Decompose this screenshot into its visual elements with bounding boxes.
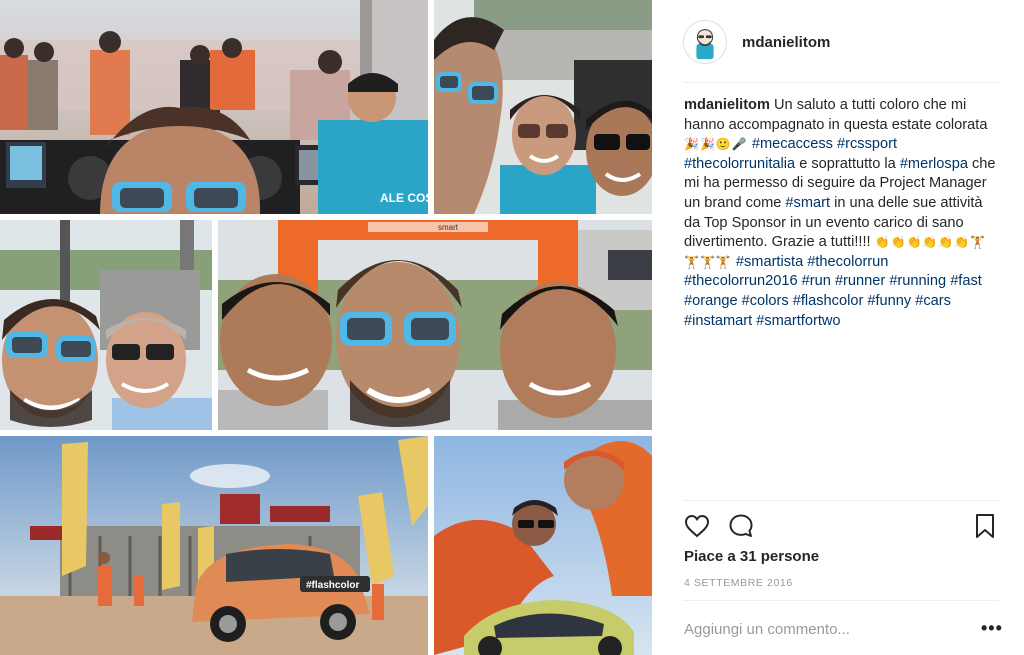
divider [683, 82, 999, 83]
likes-count[interactable]: Piace a 31 persone [684, 548, 819, 565]
banner-text: smart [438, 223, 459, 232]
avatar[interactable] [683, 20, 727, 64]
photo-dj-stage: ALE COS [0, 0, 428, 214]
divider [683, 600, 999, 601]
shirt-print-text: ALE COS [380, 191, 428, 205]
post-date[interactable]: 4 SETTEMBRE 2016 [684, 577, 793, 589]
hashtag-link[interactable]: #mecaccess [752, 136, 833, 152]
post-header: mdanielitom [683, 16, 999, 68]
photo-group-selfie [434, 0, 652, 214]
post-actions [683, 512, 999, 542]
hashtag-link[interactable]: #thecolorrunitalia [684, 156, 795, 172]
hashtag-link[interactable]: #cars [915, 293, 951, 309]
hashtag-link[interactable]: #rcssport [837, 136, 897, 152]
hashtag-link[interactable]: #flashcolor [793, 293, 864, 309]
hashtag-link[interactable]: #fast [950, 273, 982, 289]
caption-text: Un saluto a tutti coloro che mi hanno ac… [684, 97, 996, 329]
hashtag-link[interactable]: #orange [684, 293, 738, 309]
post-author-username[interactable]: mdanielitom [742, 34, 830, 51]
heart-icon[interactable] [683, 512, 711, 540]
hashtag-link[interactable]: #run [802, 273, 831, 289]
comment-input[interactable] [684, 618, 944, 640]
hashtag-link[interactable]: #thecolorrun [807, 254, 888, 270]
bookmark-icon[interactable] [971, 512, 999, 540]
divider [683, 500, 999, 501]
comment-bubble-icon[interactable] [727, 512, 755, 540]
post-caption: mdanielitom Un saluto a tutti coloro che… [684, 96, 1002, 331]
hashtag-link[interactable]: #smartista [736, 254, 803, 270]
hashtag-link[interactable]: #merlospa [900, 156, 968, 172]
caption-emoji: 🎉🎉🙂🎤 [684, 137, 748, 152]
hashtag-link[interactable]: #smartfortwo [756, 313, 840, 329]
photo-low-angle-car [434, 436, 652, 655]
caption-username[interactable]: mdanielitom [684, 97, 770, 113]
photo-two-men-selfie [0, 220, 212, 430]
photo-three-men-arch: smart [218, 220, 652, 430]
hashtag-link[interactable]: #funny [867, 293, 911, 309]
photo-collage[interactable]: ALE CO S [0, 0, 655, 655]
hashtag-link[interactable]: #colors [742, 293, 789, 309]
hashtag-link[interactable]: #instamart [684, 313, 752, 329]
hashtag-link[interactable]: #smart [785, 195, 830, 211]
more-options-icon[interactable]: ••• [981, 618, 1003, 638]
post-detail-panel: mdanielitom mdanielitom Un saluto a tutt… [655, 0, 1024, 655]
hashtag-link[interactable]: #runner [835, 273, 885, 289]
photo-stadium-smart-car: #flashcolor [0, 436, 428, 655]
hashtag-link[interactable]: #thecolorrun2016 [684, 273, 798, 289]
car-sticker-text: #flashcolor [306, 580, 359, 591]
hashtag-link[interactable]: #running [889, 273, 946, 289]
caption-text-fragment: e soprattutto la [795, 155, 900, 172]
